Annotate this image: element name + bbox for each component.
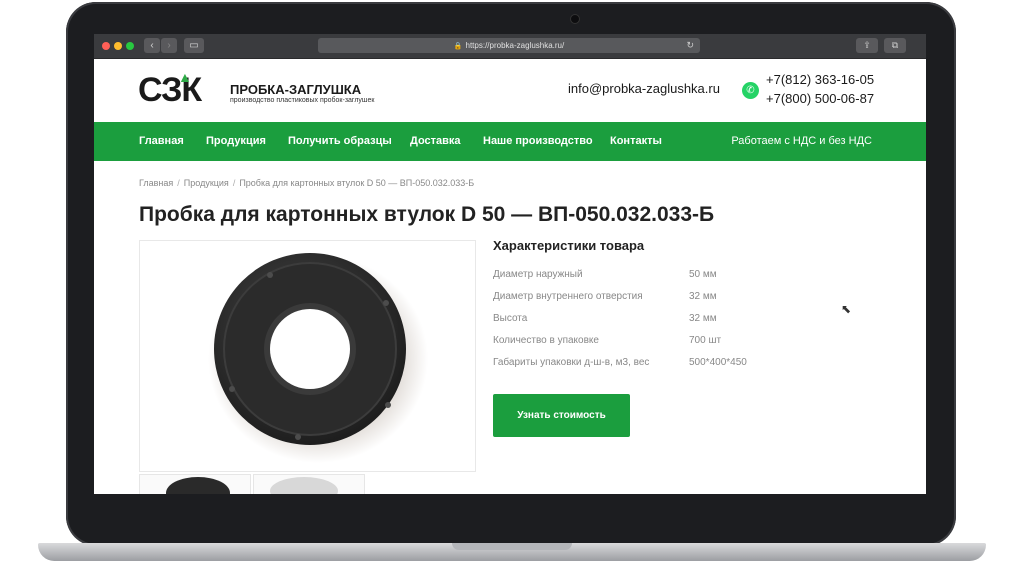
product-image[interactable] — [139, 240, 476, 472]
whatsapp-icon[interactable]: ✆ — [742, 82, 759, 99]
thumbnail-photo-1 — [166, 477, 230, 494]
breadcrumb-current: Пробка для картонных втулок D 50 — ВП-05… — [239, 178, 475, 188]
close-window-button[interactable] — [102, 42, 110, 50]
nav-item-home[interactable]: Главная — [139, 135, 184, 147]
breadcrumb-home[interactable]: Главная — [139, 178, 173, 188]
thumbnail-2[interactable] — [253, 474, 365, 494]
breadcrumb: Главная / Продукция / Пробка для картонных в… — [139, 178, 475, 188]
mouse-cursor-icon: ⬉ — [841, 302, 852, 316]
tabs-overview-button[interactable]: ⧉ — [884, 38, 906, 53]
forward-button[interactable]: › — [161, 38, 177, 53]
get-price-button[interactable]: Узнать стоимость — [493, 394, 630, 437]
logo-tagline: производство пластиковых пробок-заглушек — [230, 97, 375, 104]
spec-value: 50 мм — [689, 269, 717, 280]
spec-row: Габариты упаковки д-ш-в, м3, вес 500*400… — [493, 357, 747, 368]
site-header: СЗК ▲ ПРОБКА-ЗАГЛУШКА производство пласт… — [94, 59, 926, 122]
thumbnail-1[interactable] — [139, 474, 251, 494]
reload-icon[interactable]: ↻ — [686, 38, 694, 53]
minimize-window-button[interactable] — [114, 42, 122, 50]
spec-row: Диаметр внутреннего отверстия 32 мм — [493, 291, 717, 302]
product-photo — [208, 253, 428, 463]
phone-link-1[interactable]: +7(812) 363-16-05 — [766, 72, 874, 87]
spec-label: Количество в упаковке — [493, 335, 599, 346]
main-nav: Главная Продукция Получить образцы Доста… — [94, 122, 926, 161]
nav-item-delivery[interactable]: Доставка — [410, 135, 461, 147]
spec-label: Диаметр внутреннего отверстия — [493, 291, 643, 302]
nav-item-products[interactable]: Продукция — [206, 135, 266, 147]
nav-item-samples[interactable]: Получить образцы — [288, 135, 392, 147]
chevron-right-icon: › — [167, 40, 171, 51]
spec-value: 500*400*450 — [689, 357, 747, 368]
specs-title: Характеристики товара — [493, 238, 645, 253]
nav-item-contacts[interactable]: Контакты — [610, 135, 662, 147]
nav-item-production[interactable]: Наше производство — [483, 135, 593, 147]
spec-label: Диаметр наружный — [493, 269, 583, 280]
header-email-link[interactable]: info@probka-zaglushka.ru — [568, 81, 720, 96]
maximize-window-button[interactable] — [126, 42, 134, 50]
laptop-notch — [452, 543, 572, 550]
spec-value: 32 мм — [689, 313, 717, 324]
page-title: Пробка для картонных втулок D 50 — ВП-05… — [139, 203, 715, 226]
spec-label: Высота — [493, 313, 528, 324]
webcam — [570, 14, 580, 24]
phone-link-2[interactable]: +7(800) 500-06-87 — [766, 91, 874, 106]
share-icon: ⇪ — [863, 40, 871, 50]
url-text: https://probka-zaglushka.ru/ — [465, 41, 565, 50]
spec-label: Габариты упаковки д-ш-в, м3, вес — [493, 357, 650, 368]
share-button[interactable]: ⇪ — [856, 38, 878, 53]
back-button[interactable]: ‹ — [144, 38, 160, 53]
thumbnail-strip — [139, 474, 474, 494]
logo-arrow-icon: ▲ — [178, 69, 192, 85]
spec-value: 32 мм — [689, 291, 717, 302]
spec-row: Диаметр наружный 50 мм — [493, 269, 717, 280]
logo-name[interactable]: ПРОБКА-ЗАГЛУШКА — [230, 82, 361, 97]
chevron-left-icon: ‹ — [150, 40, 154, 51]
address-bar[interactable]: 🔒 https://probka-zaglushka.ru/ ↻ — [318, 38, 700, 53]
lock-icon: 🔒 — [453, 43, 463, 50]
sidebar-toggle-button[interactable]: ▭ — [184, 38, 204, 53]
spec-row: Высота 32 мм — [493, 313, 717, 324]
browser-toolbar: ‹ › ▭ 🔒 https://probka-zaglushka.ru/ ↻ ⇪ … — [94, 34, 926, 59]
sidebar-icon: ▭ — [189, 40, 199, 51]
browser-window: ‹ › ▭ 🔒 https://probka-zaglushka.ru/ ↻ ⇪ … — [94, 34, 926, 494]
breadcrumb-products[interactable]: Продукция — [184, 178, 229, 188]
vat-note: Работаем с НДС и без НДС — [731, 135, 872, 147]
tabs-icon: ⧉ — [891, 40, 899, 50]
spec-row: Количество в упаковке 700 шт — [493, 335, 721, 346]
thumbnail-photo-2 — [270, 477, 338, 494]
spec-value: 700 шт — [689, 335, 722, 346]
